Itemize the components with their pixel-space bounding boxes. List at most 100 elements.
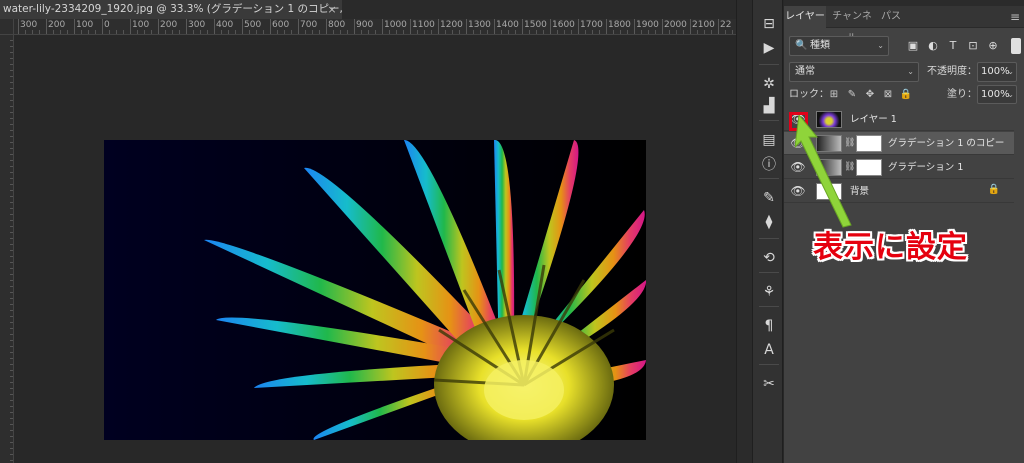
ruler-tick-label: 1000 xyxy=(384,20,407,30)
ruler-minor-tick xyxy=(564,30,565,34)
histogram-icon[interactable]: ▟ xyxy=(758,96,780,116)
close-icon[interactable]: × xyxy=(323,0,341,19)
panel-gutter[interactable] xyxy=(736,0,752,463)
ruler-minor-tick xyxy=(375,30,376,34)
ruler-minor-tick xyxy=(144,30,145,34)
ruler-minor-tick xyxy=(333,30,334,34)
ruler-minor-tick xyxy=(431,30,432,34)
tab-paths[interactable]: パス xyxy=(878,6,904,28)
ruler-minor-tick xyxy=(39,30,40,34)
ruler-minor-tick xyxy=(655,30,656,34)
ruler-major-tick xyxy=(382,19,383,34)
fill-field[interactable]: 100% ⌄ xyxy=(977,85,1017,104)
ruler-minor-tick xyxy=(445,30,446,34)
ruler-major-tick xyxy=(578,19,579,34)
opacity-label: 不透明度： xyxy=(927,66,977,77)
ruler-major-tick xyxy=(186,19,187,34)
character-style-icon[interactable]: A xyxy=(758,340,780,360)
ruler-minor-tick xyxy=(116,30,117,34)
blend-mode-value: 通常 xyxy=(795,66,815,77)
ruler-minor-tick xyxy=(151,30,152,34)
ruler-minor-tick xyxy=(53,30,54,34)
ruler-minor-tick xyxy=(235,30,236,34)
blend-mode-select[interactable]: 通常 ⌄ xyxy=(789,62,919,82)
opacity-field[interactable]: 100% ⌄ xyxy=(977,62,1017,82)
paragraph-style-icon[interactable]: ¶ xyxy=(758,316,780,336)
chevron-down-icon: ⌄ xyxy=(1007,67,1014,76)
ruler-minor-tick xyxy=(347,30,348,34)
layer-kind-filter[interactable]: 🔍 種類 ⌄ xyxy=(789,36,889,56)
ruler-major-tick xyxy=(270,19,271,34)
canvas-image-water-lily[interactable] xyxy=(104,140,646,440)
ruler-minor-tick xyxy=(228,30,229,34)
layer-name: グラデーション 1 のコピー xyxy=(888,138,1005,149)
adjustment-layer-filter-icon[interactable]: ◐ xyxy=(925,37,941,55)
play-action-icon[interactable]: ▶ xyxy=(758,38,780,58)
ruler-minor-tick xyxy=(256,30,257,34)
history-brush-tool-icon[interactable]: ⊟ xyxy=(758,14,780,34)
history-icon[interactable]: ⟲ xyxy=(758,248,780,268)
type-layer-filter-icon[interactable]: T xyxy=(945,37,961,55)
ruler-tick-label: 800 xyxy=(328,20,346,30)
lock-artboard-icon[interactable]: ⊠ xyxy=(881,86,895,104)
ruler-tick-label: 1600 xyxy=(552,20,575,30)
lock-row: ロック： ⊞ ✎ ✥ ⊠ 🔒 塗り： 100% ⌄ xyxy=(789,85,1021,104)
ruler-minor-tick xyxy=(179,30,180,34)
ruler-major-tick xyxy=(438,19,439,34)
smart-object-filter-icon[interactable]: ⊕ xyxy=(985,37,1001,55)
brush-settings-icon[interactable]: ✲ xyxy=(758,74,780,94)
ruler-tick-label: 200 xyxy=(48,20,66,30)
ruler-major-tick xyxy=(606,19,607,34)
ruler-minor-tick xyxy=(403,30,404,34)
ruler-tick-label: 900 xyxy=(356,20,374,30)
adjustments-icon[interactable]: ⧫ xyxy=(758,212,780,232)
document-tab[interactable]: water-lily-2334209_1920.jpg @ 33.3% (グラデ… xyxy=(0,0,342,19)
ruler-minor-tick xyxy=(137,30,138,34)
lock-position-icon[interactable]: ✥ xyxy=(863,86,877,104)
chevron-down-icon: ⌄ xyxy=(877,41,884,50)
ruler-major-tick xyxy=(410,19,411,34)
properties-icon[interactable]: ▤ xyxy=(758,130,780,150)
ruler-minor-tick xyxy=(81,30,82,34)
fill-value: 100% xyxy=(981,89,1010,100)
clone-source-icon[interactable]: ⚘ xyxy=(758,282,780,302)
ruler-major-tick xyxy=(662,19,663,34)
layer-filter-row: 🔍 種類 ⌄ ▣ ◐ T ⊡ ⊕ xyxy=(789,36,1021,56)
lock-all-icon[interactable]: 🔒 xyxy=(899,86,913,104)
ruler-major-tick xyxy=(354,19,355,34)
filter-toggle-switch[interactable] xyxy=(1011,38,1021,54)
ruler-major-tick xyxy=(466,19,467,34)
ruler-minor-tick xyxy=(165,30,166,34)
panel-tabs: レイヤー チャンネル パス ≡ xyxy=(784,6,1024,44)
ruler-minor-tick xyxy=(627,30,628,34)
lock-icon: 🔒 xyxy=(987,184,1000,195)
lock-image-pixels-icon[interactable]: ✎ xyxy=(845,86,859,104)
ruler-minor-tick xyxy=(452,30,453,34)
ruler-minor-tick xyxy=(207,30,208,34)
brush-presets-icon[interactable]: ✎ xyxy=(758,188,780,208)
ruler-tick-label: 2000 xyxy=(664,20,687,30)
panel-menu-icon[interactable]: ≡ xyxy=(1010,6,1020,28)
ruler-minor-tick xyxy=(571,30,572,34)
shape-layer-filter-icon[interactable]: ⊡ xyxy=(965,37,981,55)
ruler-minor-tick xyxy=(424,30,425,34)
tab-channels[interactable]: チャンネル xyxy=(828,6,876,44)
ruler-minor-tick xyxy=(683,30,684,34)
tool-presets-icon[interactable]: ✂ xyxy=(758,374,780,394)
tool-separator xyxy=(759,272,779,273)
ruler-tick-label: 1700 xyxy=(580,20,603,30)
opacity-value: 100% xyxy=(981,66,1010,77)
pixel-layer-filter-icon[interactable]: ▣ xyxy=(905,37,921,55)
ruler-tick-label: 1500 xyxy=(524,20,547,30)
ruler-tick-label: 600 xyxy=(272,20,290,30)
ruler-corner xyxy=(0,19,14,35)
ruler-minor-tick xyxy=(585,30,586,34)
ruler-minor-tick xyxy=(529,30,530,34)
tab-layers[interactable]: レイヤー xyxy=(784,6,826,28)
ruler-minor-tick xyxy=(123,30,124,34)
ruler-minor-tick xyxy=(599,30,600,34)
info-icon[interactable]: ⓘ xyxy=(758,154,780,174)
tool-separator xyxy=(759,306,779,307)
lock-transparent-pixels-icon[interactable]: ⊞ xyxy=(827,86,841,104)
filter-kind-label: 種類 xyxy=(810,40,830,51)
